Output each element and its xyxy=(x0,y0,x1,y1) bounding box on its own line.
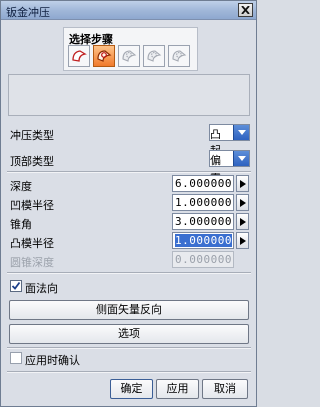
face-normal-label: 面法向 xyxy=(25,282,58,295)
confirm-on-apply-label: 应用时确认 xyxy=(25,354,80,367)
triangle-right-icon xyxy=(240,180,246,188)
message-area xyxy=(8,74,250,116)
punch-radius-value: 1.000000 xyxy=(175,234,232,247)
options-button[interactable]: 选项 xyxy=(9,324,249,344)
depth-value: 6.000000 xyxy=(175,177,232,190)
reverse-side-vector-button[interactable]: 侧面矢量反向 xyxy=(9,300,249,320)
window-title: 钣金冲压 xyxy=(6,6,50,19)
punch-gear-icon xyxy=(147,50,162,62)
sheet-face-icon xyxy=(72,50,87,62)
taper-angle-label: 锥角 xyxy=(10,218,32,231)
punch-dialog: 钣金冲压 选择步骤 冲压类型 凸 顶部类型 偏 深度 6.000000 凹模半径… xyxy=(0,0,257,407)
depth-input[interactable]: 6.000000 xyxy=(172,175,234,192)
punch-type-label: 冲压类型 xyxy=(10,129,54,142)
punch-gear-icon xyxy=(172,50,187,62)
separator xyxy=(7,272,251,274)
depth-menu-button[interactable] xyxy=(236,175,249,192)
title-bar[interactable]: 钣金冲压 xyxy=(1,1,256,20)
cone-depth-input: 0.000000 xyxy=(172,251,234,268)
top-type-select[interactable]: 偏置 xyxy=(209,150,250,183)
die-radius-value: 1.000000 xyxy=(175,196,232,209)
punch-radius-label: 凸模半径 xyxy=(10,237,54,250)
cone-depth-value: 0.000000 xyxy=(175,253,232,266)
cancel-button[interactable]: 取消 xyxy=(202,379,248,399)
step-selector: 选择步骤 xyxy=(63,27,198,71)
triangle-right-icon xyxy=(240,199,246,207)
punch-gear-icon xyxy=(122,50,137,62)
punch-curve-icon xyxy=(97,50,112,62)
top-type-label: 顶部类型 xyxy=(10,155,54,168)
chevron-down-icon xyxy=(238,130,246,135)
dropdown-button[interactable] xyxy=(233,151,249,166)
punch-type-select[interactable]: 凸起 xyxy=(209,124,250,157)
triangle-right-icon xyxy=(240,237,246,245)
ok-button[interactable]: 确定 xyxy=(110,379,153,399)
close-button[interactable] xyxy=(238,3,253,17)
separator xyxy=(7,171,251,173)
close-icon xyxy=(241,6,250,14)
dropdown-button[interactable] xyxy=(233,125,249,140)
die-radius-input[interactable]: 1.000000 xyxy=(172,194,234,211)
apply-button[interactable]: 应用 xyxy=(156,379,199,399)
step-curve-button[interactable] xyxy=(93,45,115,67)
punch-radius-input[interactable]: 1.000000 xyxy=(172,232,234,249)
separator xyxy=(7,347,251,349)
depth-label: 深度 xyxy=(10,180,32,193)
die-radius-label: 凹模半径 xyxy=(10,199,54,212)
punch-radius-menu-button[interactable] xyxy=(236,232,249,249)
chevron-down-icon xyxy=(238,156,246,161)
separator xyxy=(7,371,251,373)
step-face-button[interactable] xyxy=(68,45,90,67)
step-4-button[interactable] xyxy=(143,45,165,67)
cone-depth-label: 圆锥深度 xyxy=(10,256,54,269)
step-3-button[interactable] xyxy=(118,45,140,67)
taper-angle-value: 3.000000 xyxy=(175,215,232,228)
triangle-right-icon xyxy=(240,218,246,226)
taper-angle-input[interactable]: 3.000000 xyxy=(172,213,234,230)
checkmark-icon xyxy=(11,281,21,290)
die-radius-menu-button[interactable] xyxy=(236,194,249,211)
confirm-on-apply-checkbox[interactable] xyxy=(10,352,22,364)
taper-angle-menu-button[interactable] xyxy=(236,213,249,230)
step-5-button[interactable] xyxy=(168,45,190,67)
face-normal-checkbox[interactable] xyxy=(10,280,22,292)
